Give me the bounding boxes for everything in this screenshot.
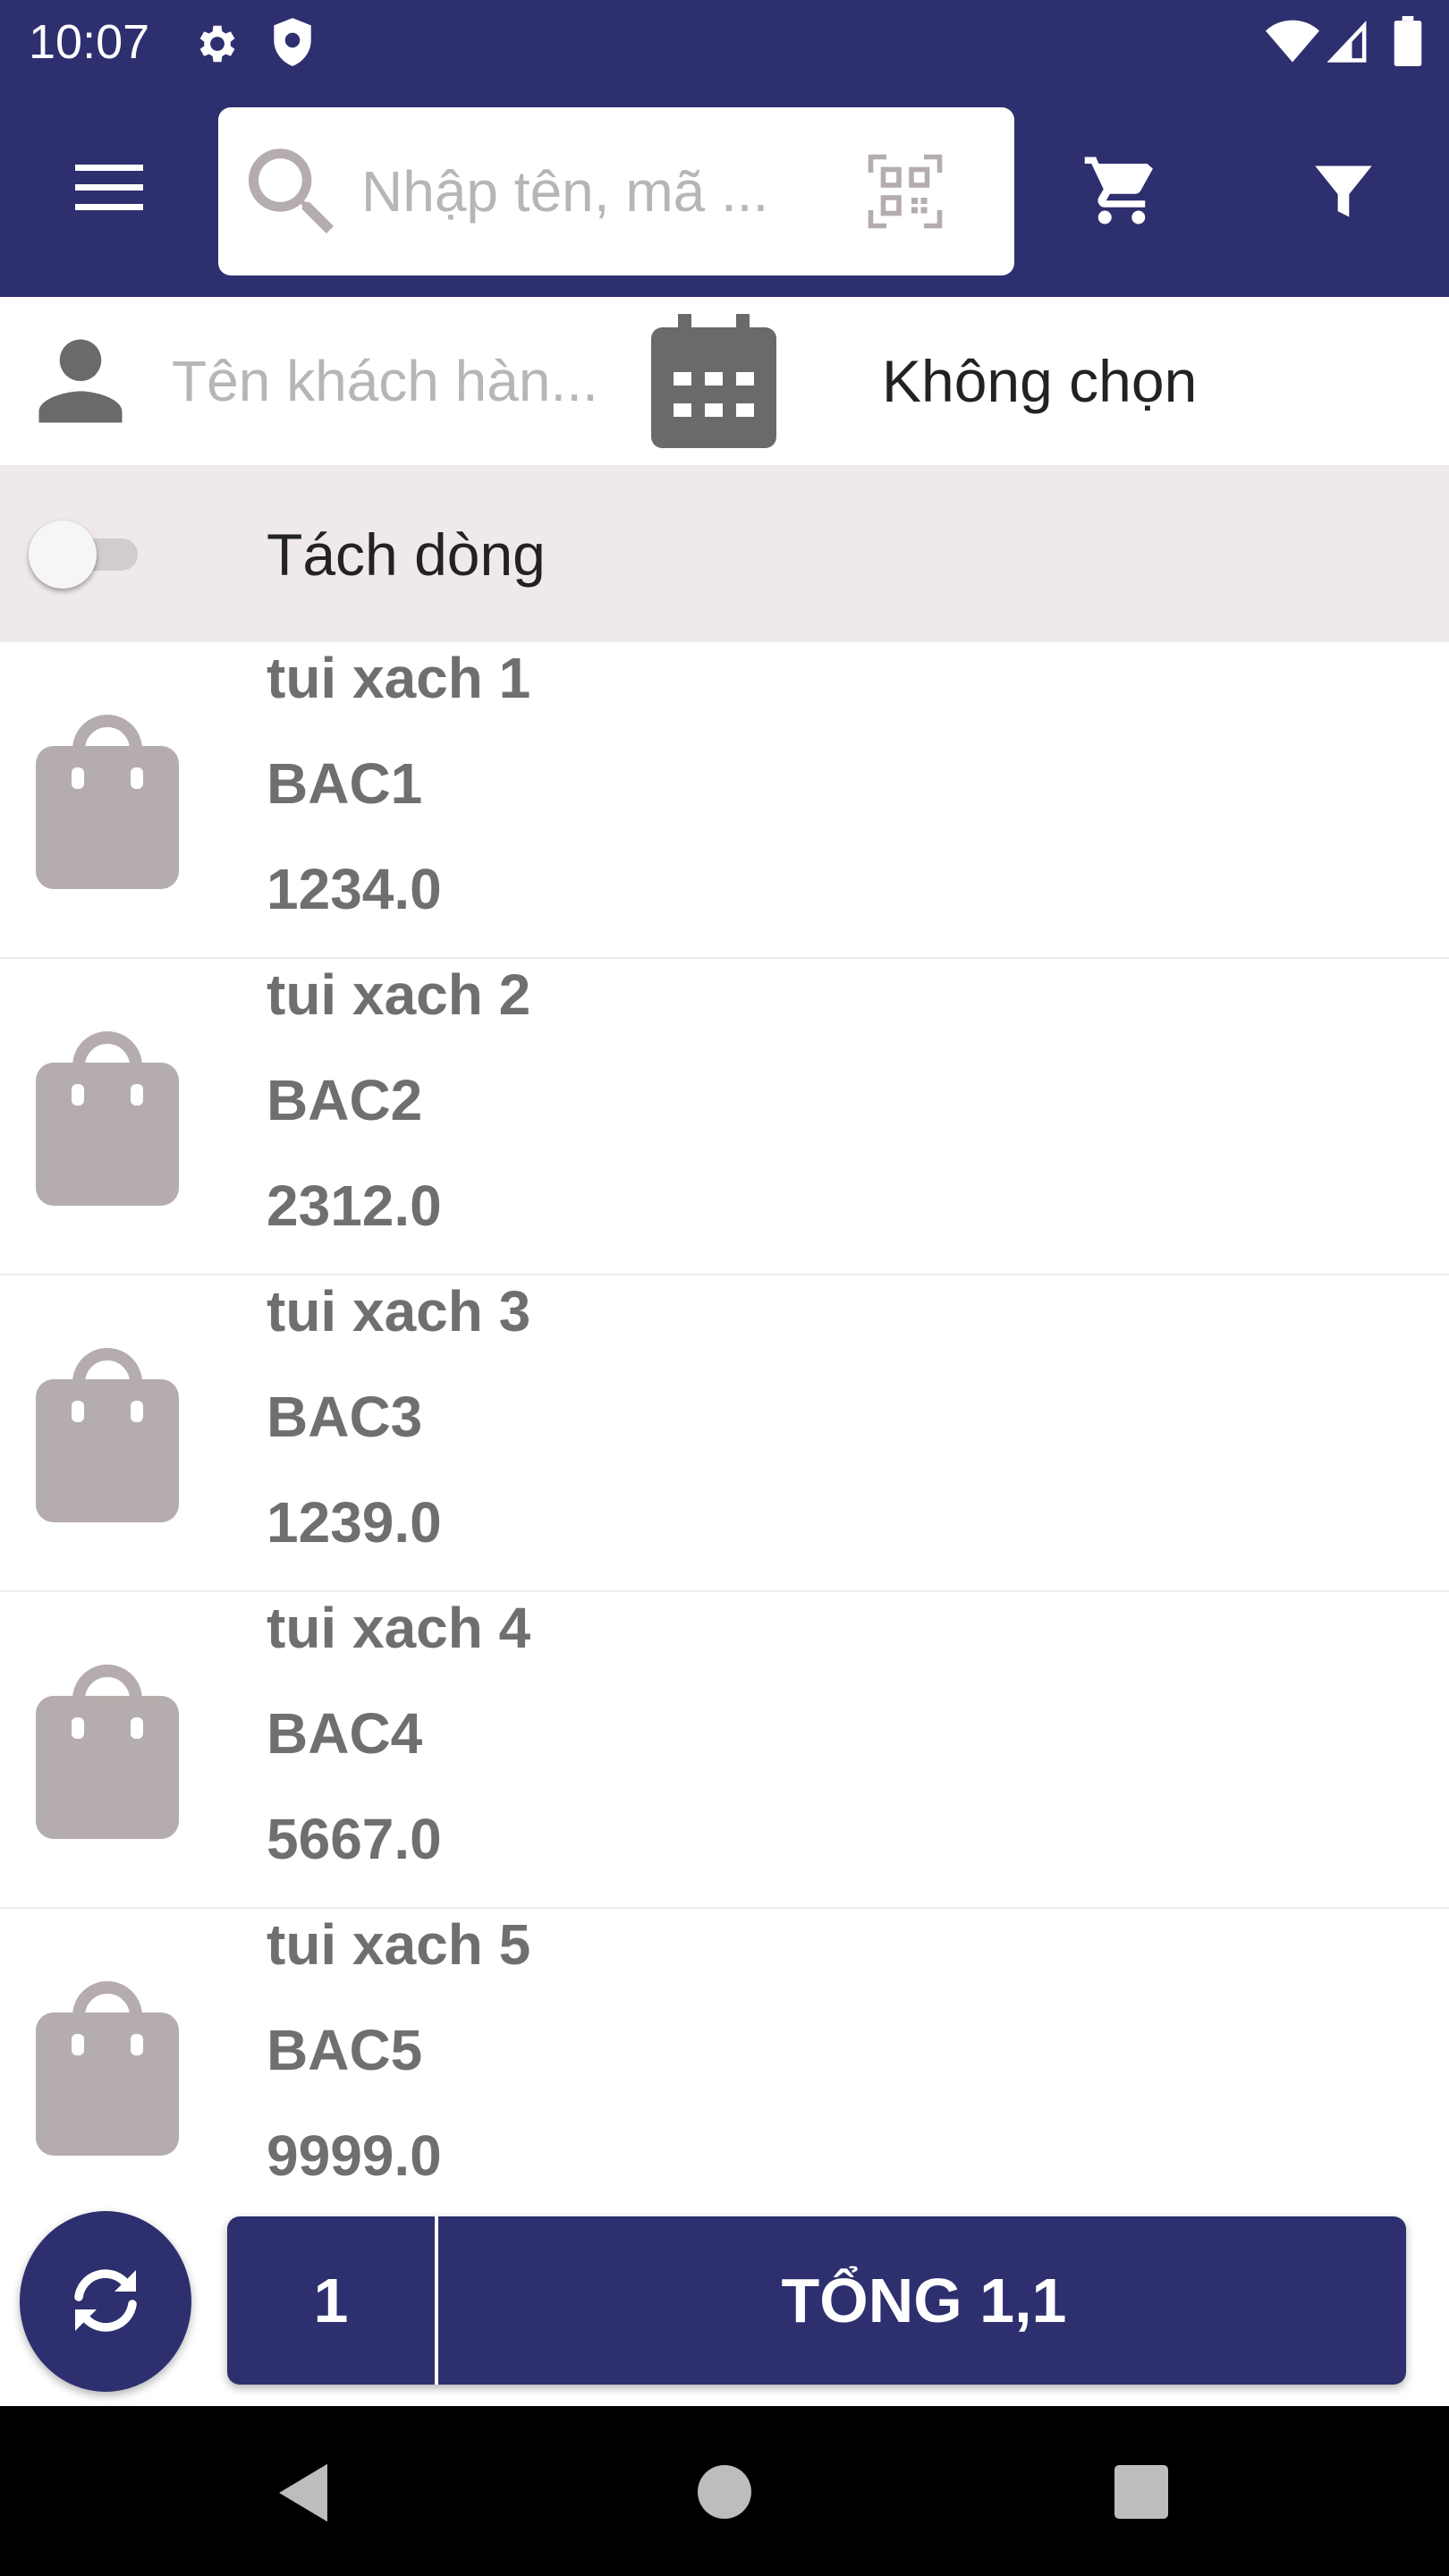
- wifi-icon: [1266, 20, 1319, 63]
- customer-name-input[interactable]: [172, 338, 628, 424]
- product-code: BAC3: [267, 1385, 423, 1449]
- menu-icon[interactable]: [64, 154, 154, 222]
- shopping-bag-icon: [36, 1981, 179, 2156]
- product-item[interactable]: tui xach 2 BAC2 2312.0: [0, 959, 1449, 1275]
- home-icon[interactable]: [698, 2465, 751, 2519]
- qr-code-icon[interactable]: [868, 154, 943, 229]
- product-price: 1234.0: [267, 857, 442, 921]
- refresh-icon: [74, 2269, 137, 2332]
- product-code: BAC4: [267, 1701, 423, 1766]
- date-value[interactable]: Không chọn: [882, 342, 1197, 420]
- product-price: 9999.0: [267, 2123, 442, 2188]
- refresh-button[interactable]: [20, 2211, 191, 2392]
- product-price: 5667.0: [267, 1807, 442, 1871]
- product-item[interactable]: tui xach 1 BAC1 1234.0: [0, 642, 1449, 959]
- product-name: tui xach 1: [267, 646, 531, 710]
- signal-icon: [1327, 21, 1367, 63]
- system-nav-bar: [0, 2406, 1449, 2576]
- product-item[interactable]: tui xach 4 BAC4 5667.0: [0, 1592, 1449, 1909]
- product-item[interactable]: tui xach 3 BAC3 1239.0: [0, 1275, 1449, 1592]
- shopping-bag-icon: [36, 1348, 179, 1522]
- product-name: tui xach 4: [267, 1596, 531, 1660]
- shopping-bag-icon: [36, 715, 179, 889]
- product-name: tui xach 5: [267, 1912, 531, 1977]
- shield-icon: [274, 18, 311, 66]
- search-icon[interactable]: [234, 134, 351, 250]
- shopping-bag-icon: [36, 1665, 179, 1839]
- recent-apps-icon[interactable]: [1114, 2465, 1168, 2519]
- product-price: 2312.0: [267, 1174, 442, 1238]
- product-name: tui xach 3: [267, 1279, 531, 1343]
- total-button[interactable]: TỔNG 1,1: [442, 2216, 1406, 2385]
- product-item[interactable]: tui xach 5 BAC5 9999.0: [0, 1909, 1449, 2216]
- split-line-label: Tách dòng: [267, 521, 546, 588]
- gear-icon: [199, 25, 235, 63]
- cart-icon[interactable]: [1079, 150, 1165, 231]
- checkout-bar[interactable]: 1 TỔNG 1,1: [227, 2216, 1406, 2385]
- product-price: 1239.0: [267, 1490, 442, 1555]
- product-code: BAC1: [267, 751, 423, 816]
- product-code: BAC2: [267, 1068, 423, 1132]
- shopping-bag-icon: [36, 1031, 179, 1206]
- back-icon[interactable]: [274, 2462, 333, 2524]
- battery-icon: [1394, 16, 1422, 66]
- calendar-icon[interactable]: [651, 313, 776, 449]
- split-line-row: Tách dòng: [0, 465, 1449, 642]
- split-line-switch[interactable]: [27, 519, 145, 590]
- product-code: BAC5: [267, 2018, 423, 2082]
- switch-knob: [29, 521, 97, 589]
- person-icon: [38, 339, 123, 423]
- quantity-count[interactable]: 1: [227, 2216, 438, 2385]
- product-name: tui xach 2: [267, 962, 531, 1027]
- status-bar: 10:07: [0, 0, 1449, 86]
- app-toolbar: [0, 86, 1449, 297]
- status-time: 10:07: [29, 15, 150, 69]
- product-list: tui xach 1 BAC1 1234.0 tui xach 2 BAC2 2…: [0, 642, 1449, 2216]
- search-box: [218, 107, 1041, 275]
- customer-row: Không chọn: [0, 297, 1449, 465]
- filter-icon[interactable]: [1309, 157, 1377, 225]
